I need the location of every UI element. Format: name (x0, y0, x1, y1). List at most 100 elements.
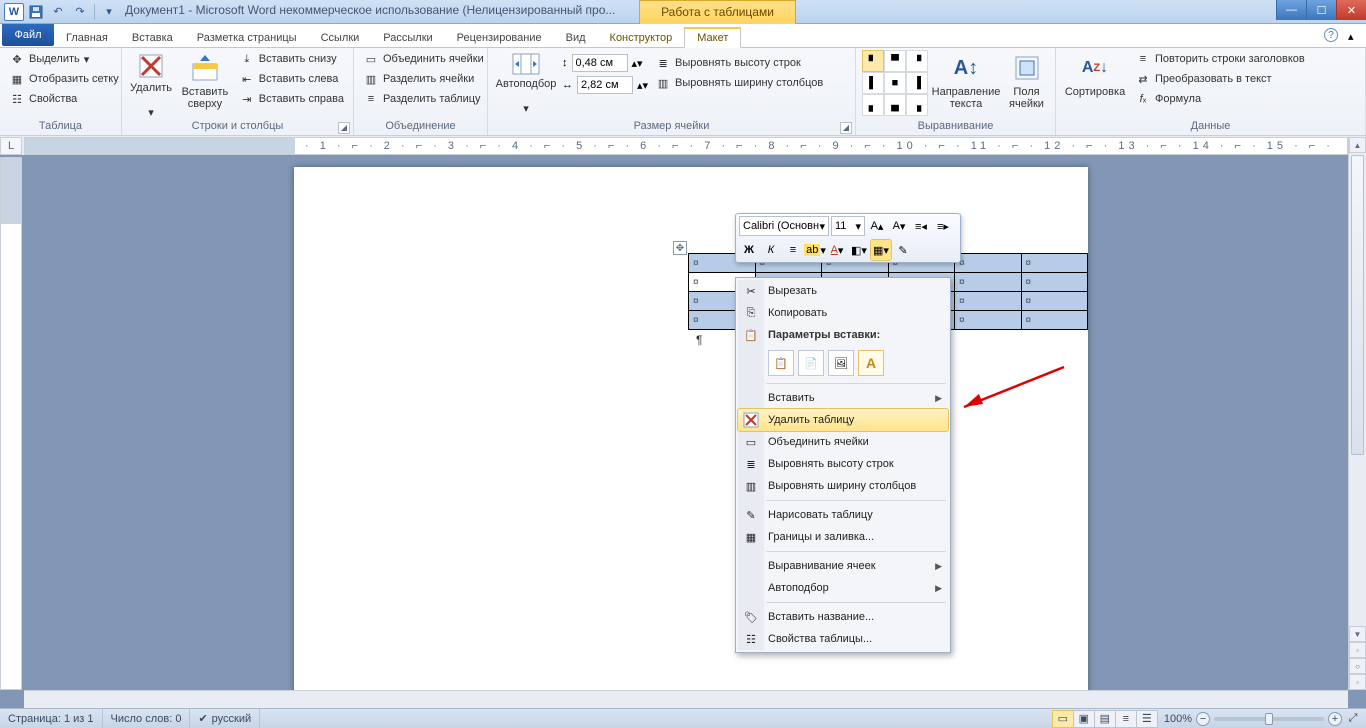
scroll-down-icon[interactable]: ▼ (1349, 626, 1366, 642)
align-bot-center[interactable]: ▄ (884, 94, 906, 116)
undo-icon[interactable]: ↶ (48, 3, 68, 21)
ruler-corner[interactable]: L (0, 137, 22, 155)
menu-draw-table[interactable]: ✎Нарисовать таблицу (738, 504, 948, 526)
tab-design[interactable]: Конструктор (598, 29, 685, 47)
file-tab[interactable]: Файл (2, 24, 54, 46)
zoom-fit-icon[interactable]: ⤢ (1346, 712, 1360, 725)
menu-insert[interactable]: Вставить▶ (738, 387, 948, 409)
properties-button[interactable]: ☷Свойства (6, 90, 122, 108)
italic-icon[interactable]: К (761, 240, 781, 260)
ribbon-minimize-icon[interactable]: ▴ (1348, 30, 1358, 40)
sort-button[interactable]: AZ↓ Сортировка (1062, 50, 1128, 116)
menu-cut[interactable]: ✂Вырезать (738, 280, 948, 302)
document-canvas[interactable]: ✥ ¤¤¤¤¤¤ ¤¤¤¤¤¤ ¤¤¤¤¤¤ ¤¤¤¤¤¤ ¶ Calibri … (24, 157, 1348, 690)
align-mid-center[interactable]: ■ (884, 72, 906, 94)
status-word-count[interactable]: Число слов: 0 (103, 709, 191, 728)
vertical-scrollbar[interactable]: ▲ ▼ ◦ ○ ◦ (1348, 137, 1366, 690)
font-color-icon[interactable]: A▾ (827, 240, 847, 260)
select-button[interactable]: ✥Выделить ▾ (6, 50, 122, 68)
increase-indent-icon[interactable]: ≡▸ (933, 216, 953, 236)
align-top-right[interactable]: ▝ (906, 50, 928, 72)
menu-merge-cells[interactable]: ▭Объединить ячейки (738, 431, 948, 453)
repeat-header-button[interactable]: ≡Повторить строки заголовков (1132, 50, 1308, 68)
zoom-out-button[interactable]: − (1196, 712, 1210, 726)
autofit-button[interactable]: Автоподбор▾ (494, 50, 558, 116)
tab-page-layout[interactable]: Разметка страницы (185, 29, 309, 47)
borders-icon[interactable]: ▦▾ (871, 240, 891, 260)
row-height-input[interactable] (572, 54, 628, 72)
menu-cell-alignment[interactable]: Выравнивание ячеек▶ (738, 555, 948, 577)
menu-table-properties[interactable]: ☷Свойства таблицы... (738, 628, 948, 650)
next-page-icon[interactable]: ◦ (1349, 674, 1366, 690)
view-web-layout[interactable]: ▤ (1094, 710, 1116, 728)
distribute-rows-button[interactable]: ≣Выровнять высоту строк (652, 54, 826, 72)
paste-merge-formatting[interactable]: 📄 (798, 350, 824, 376)
bold-icon[interactable]: Ж (739, 240, 759, 260)
text-direction-button[interactable]: A↕ Направление текста (932, 50, 1000, 116)
menu-copy[interactable]: ⎘Копировать (738, 302, 948, 324)
align-center-icon[interactable]: ≡ (783, 240, 803, 260)
zoom-level[interactable]: 100% (1164, 713, 1192, 725)
status-language[interactable]: ✔русский (190, 709, 260, 728)
redo-icon[interactable]: ↷ (70, 3, 90, 21)
zoom-slider[interactable] (1214, 717, 1324, 721)
menu-distribute-rows[interactable]: ≣Выровнять высоту строк (738, 453, 948, 475)
font-combo[interactable]: Calibri (Основн▾ (739, 216, 829, 236)
browse-object-icon[interactable]: ○ (1349, 658, 1366, 674)
highlight-icon[interactable]: ab▾ (805, 240, 825, 260)
zoom-in-button[interactable]: + (1328, 712, 1342, 726)
col-width-input[interactable] (577, 76, 633, 94)
horizontal-ruler[interactable]: · 1 · ⌐ · 2 · ⌐ · 3 · ⌐ · 4 · ⌐ · 5 · ⌐ … (24, 137, 1348, 155)
decrease-indent-icon[interactable]: ≡◂ (911, 216, 931, 236)
delete-button[interactable]: Удалить▾ (128, 50, 174, 116)
paste-keep-formatting[interactable]: 📋 (768, 350, 794, 376)
shrink-font-icon[interactable]: A▾ (889, 216, 909, 236)
menu-distribute-cols[interactable]: ▥Выровнять ширину столбцов (738, 475, 948, 497)
menu-borders-shading[interactable]: ▦Границы и заливка... (738, 526, 948, 548)
paste-picture[interactable]: 🖼 (828, 350, 854, 376)
formula-button[interactable]: fₓФормула (1132, 90, 1308, 108)
tab-home[interactable]: Главная (54, 29, 120, 47)
shading-icon[interactable]: ◧▾ (849, 240, 869, 260)
merge-cells-button[interactable]: ▭Объединить ячейки (360, 50, 487, 68)
align-top-center[interactable]: ▀ (884, 50, 906, 72)
view-full-screen[interactable]: ▣ (1073, 710, 1095, 728)
tab-layout[interactable]: Макет (684, 27, 741, 48)
tab-mailings[interactable]: Рассылки (371, 29, 444, 47)
scroll-thumb[interactable] (1351, 155, 1364, 455)
align-bot-left[interactable]: ▖ (862, 94, 884, 116)
help-icon[interactable]: ? (1324, 28, 1338, 42)
insert-left-button[interactable]: ⇤Вставить слева (236, 70, 347, 88)
save-icon[interactable] (26, 3, 46, 21)
spinner-icon[interactable]: ▴▾ (637, 79, 648, 92)
scroll-up-icon[interactable]: ▲ (1349, 137, 1366, 153)
distribute-cols-button[interactable]: ▥Выровнять ширину столбцов (652, 74, 826, 92)
paste-text-only[interactable]: A (858, 350, 884, 376)
prev-page-icon[interactable]: ◦ (1349, 642, 1366, 658)
close-button[interactable]: ✕ (1336, 0, 1366, 20)
dialog-launcher-icon[interactable]: ◢ (840, 122, 852, 134)
menu-delete-table[interactable]: Удалить таблицу (738, 409, 948, 431)
insert-below-button[interactable]: ⤓Вставить снизу (236, 50, 347, 68)
tab-insert[interactable]: Вставка (120, 29, 185, 47)
zoom-slider-thumb[interactable] (1265, 713, 1273, 725)
dialog-launcher-icon[interactable]: ◢ (338, 122, 350, 134)
tab-references[interactable]: Ссылки (309, 29, 372, 47)
row-height-field[interactable]: ↕▴▾ (562, 54, 648, 72)
horizontal-scrollbar[interactable] (24, 690, 1348, 708)
font-size-combo[interactable]: 11▾ (831, 216, 865, 236)
menu-autofit[interactable]: Автоподбор▶ (738, 577, 948, 599)
grow-font-icon[interactable]: A▴ (867, 216, 887, 236)
minimize-button[interactable]: — (1276, 0, 1306, 20)
align-mid-left[interactable]: ▌ (862, 72, 884, 94)
split-cells-button[interactable]: ▥Разделить ячейки (360, 70, 487, 88)
tab-view[interactable]: Вид (554, 29, 598, 47)
view-draft[interactable]: ☰ (1136, 710, 1158, 728)
table-move-handle[interactable]: ✥ (673, 241, 687, 255)
convert-to-text-button[interactable]: ⇄Преобразовать в текст (1132, 70, 1308, 88)
insert-right-button[interactable]: ⇥Вставить справа (236, 90, 347, 108)
align-bot-right[interactable]: ▗ (906, 94, 928, 116)
view-gridlines-button[interactable]: ▦Отобразить сетку (6, 70, 122, 88)
menu-insert-caption[interactable]: 🏷Вставить название... (738, 606, 948, 628)
cell-margins-button[interactable]: Поля ячейки (1004, 50, 1049, 116)
